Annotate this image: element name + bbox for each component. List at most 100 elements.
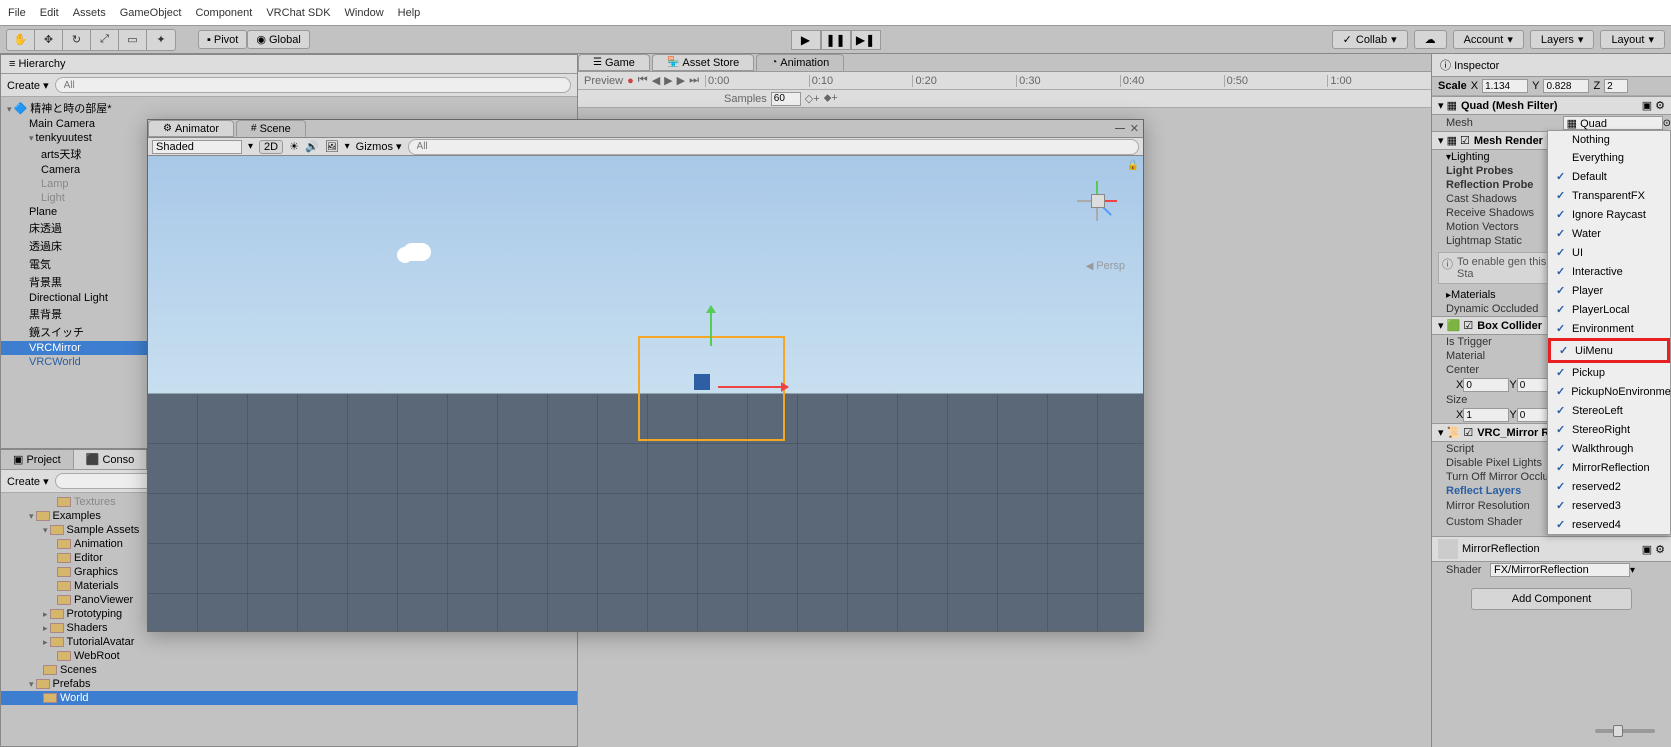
layer-menu-item[interactable]: ✓TransparentFX (1548, 186, 1670, 205)
layer-menu-item[interactable]: ✓Walkthrough (1548, 439, 1670, 458)
mesh-filter-header[interactable]: ▾ ▦ Quad (Mesh Filter)▣ ⚙ (1432, 96, 1671, 115)
layer-menu-item[interactable]: ✓UI (1548, 243, 1670, 262)
rect-tool-icon[interactable]: ▭ (119, 30, 147, 50)
size-x-input[interactable] (1463, 408, 1509, 422)
layer-menu-item[interactable]: ✓Default (1548, 167, 1670, 186)
play-anim-button[interactable]: ▶ (664, 74, 672, 87)
material-header[interactable]: MirrorReflection▣ ⚙ (1432, 536, 1671, 562)
layer-menu-item[interactable]: ✓reserved3 (1548, 496, 1670, 515)
lock-icon[interactable]: 🔒 (1127, 160, 1139, 171)
light-icon[interactable]: ☀ (289, 140, 299, 153)
add-component-button[interactable]: Add Component (1471, 588, 1633, 610)
account-dropdown[interactable]: Account ▾ (1453, 30, 1524, 49)
mesh-field[interactable]: ▦ Quad (1563, 116, 1663, 130)
scene-search-input[interactable] (408, 139, 1139, 155)
menu-assets[interactable]: Assets (73, 7, 106, 19)
asset-store-tab[interactable]: 🏪 Asset Store (652, 54, 754, 71)
project-zoom-slider[interactable] (1595, 729, 1655, 733)
scene-viewport[interactable]: 🔒 ◀ Persp (148, 156, 1143, 631)
hierarchy-search-input[interactable] (55, 77, 571, 93)
global-toggle[interactable]: ◉Global (247, 30, 309, 49)
game-tab[interactable]: ☰ Game (578, 54, 650, 71)
shading-dropdown[interactable]: Shaded (152, 140, 242, 154)
transform-tool-icon[interactable]: ✦ (147, 30, 175, 50)
scale-x-input[interactable] (1482, 79, 1528, 93)
layer-menu-item[interactable]: ✓Player (1548, 281, 1670, 300)
hierarchy-tab[interactable]: ≡ Hierarchy (9, 58, 66, 70)
project-item[interactable]: Scenes (1, 663, 577, 677)
project-create-dropdown[interactable]: Create ▾ (7, 475, 49, 488)
menu-gameobject[interactable]: GameObject (120, 7, 182, 19)
record-button[interactable]: ● (627, 75, 634, 87)
layers-dropdown[interactable]: Layers ▾ (1530, 30, 1595, 49)
scale-y-input[interactable] (1543, 79, 1589, 93)
hierarchy-create-dropdown[interactable]: Create ▾ (7, 79, 49, 92)
pause-button[interactable]: ❚❚ (821, 30, 851, 50)
project-item[interactable]: WebRoot (1, 649, 577, 663)
animator-tab[interactable]: ⚙ Animator (148, 120, 234, 137)
gizmos-dropdown[interactable]: Gizmos ▾ (356, 140, 402, 153)
menu-help[interactable]: Help (398, 7, 421, 19)
step-button[interactable]: ▶❚ (851, 30, 881, 50)
menu-file[interactable]: File (8, 7, 26, 19)
prev-frame-button[interactable]: ◀ (652, 74, 660, 87)
hand-tool-icon[interactable]: ✋ (7, 30, 35, 50)
selected-quad[interactable] (638, 336, 785, 441)
rotate-tool-icon[interactable]: ↻ (63, 30, 91, 50)
menu-edit[interactable]: Edit (40, 7, 59, 19)
2d-toggle[interactable]: 2D (259, 140, 283, 154)
persp-label[interactable]: ◀ Persp (1086, 260, 1125, 272)
pivot-toggle[interactable]: ▪Pivot (198, 30, 247, 49)
play-button[interactable]: ▶ (791, 30, 821, 50)
layer-menu-item[interactable]: ✓StereoRight (1548, 420, 1670, 439)
layer-menu-item[interactable]: ✓Water (1548, 224, 1670, 243)
layer-menu-item[interactable]: ✓Ignore Raycast (1548, 205, 1670, 224)
add-keyframe-button[interactable]: ◇+ (805, 92, 820, 105)
next-frame-button[interactable]: ▶ (677, 74, 685, 87)
layer-menu-item[interactable]: ✓reserved4 (1548, 515, 1670, 534)
samples-input[interactable] (771, 92, 801, 106)
layer-menu-item[interactable]: Nothing (1548, 131, 1670, 149)
layer-menu-item[interactable]: Everything (1548, 149, 1670, 167)
scale-z-input[interactable] (1604, 79, 1628, 93)
project-item[interactable]: Prefabs (1, 677, 577, 691)
layer-menu-item[interactable]: ✓reserved2 (1548, 477, 1670, 496)
project-tab[interactable]: ▣ Project (1, 450, 74, 469)
y-axis-handle[interactable] (710, 306, 712, 346)
menu-vrchatsdk[interactable]: VRChat SDK (266, 7, 330, 19)
cloud-button[interactable]: ☁ (1414, 30, 1447, 49)
project-item[interactable]: World (1, 691, 577, 705)
console-tab[interactable]: ⬛ Conso (74, 450, 148, 469)
minimize-icon[interactable] (1115, 128, 1125, 130)
x-axis-handle[interactable] (718, 386, 788, 388)
last-frame-button[interactable]: ⏭ (689, 74, 699, 87)
move-tool-icon[interactable]: ✥ (35, 30, 63, 50)
animation-tab[interactable]: ◔ Animation (756, 54, 844, 71)
center-x-input[interactable] (1463, 378, 1509, 392)
menu-component[interactable]: Component (195, 7, 252, 19)
close-icon[interactable]: ✕ (1130, 122, 1139, 135)
pivot-cube[interactable] (694, 374, 710, 390)
add-event-button[interactable]: ⬥+ (824, 92, 838, 105)
scene-tab[interactable]: # Scene (236, 120, 306, 137)
audio-icon[interactable]: 🔊 (305, 140, 319, 153)
layer-menu-item[interactable]: ✓Interactive (1548, 262, 1670, 281)
layout-dropdown[interactable]: Layout ▾ (1600, 30, 1665, 49)
first-frame-button[interactable]: ⏮ (638, 74, 648, 87)
collab-dropdown[interactable]: ✓Collab ▾ (1332, 30, 1408, 49)
project-item[interactable]: TutorialAvatar (1, 635, 577, 649)
scale-tool-icon[interactable]: ⤢ (91, 30, 119, 50)
menu-window[interactable]: Window (345, 7, 384, 19)
layer-menu-item[interactable]: ✓PlayerLocal (1548, 300, 1670, 319)
scene-root[interactable]: 🔷 精神と時の部屋* (1, 99, 577, 117)
timeline-ruler[interactable]: 0:00 0:10 0:20 0:30 0:40 0:50 1:00 (705, 75, 1431, 87)
layer-menu-item[interactable]: ✓Pickup (1548, 363, 1670, 382)
layer-menu-item[interactable]: ✓Environment (1548, 319, 1670, 338)
orientation-gizmo[interactable] (1067, 170, 1127, 230)
layer-menu-item[interactable]: ✓StereoLeft (1548, 401, 1670, 420)
layer-menu-item[interactable]: ✓PickupNoEnvironmer (1548, 382, 1670, 401)
layer-menu-item[interactable]: ✓MirrorReflection (1548, 458, 1670, 477)
layer-menu-item[interactable]: ✓UiMenu (1548, 338, 1670, 363)
shader-dropdown[interactable]: FX/MirrorReflection (1490, 563, 1630, 577)
fx-icon[interactable]: 🖼 (325, 140, 339, 153)
